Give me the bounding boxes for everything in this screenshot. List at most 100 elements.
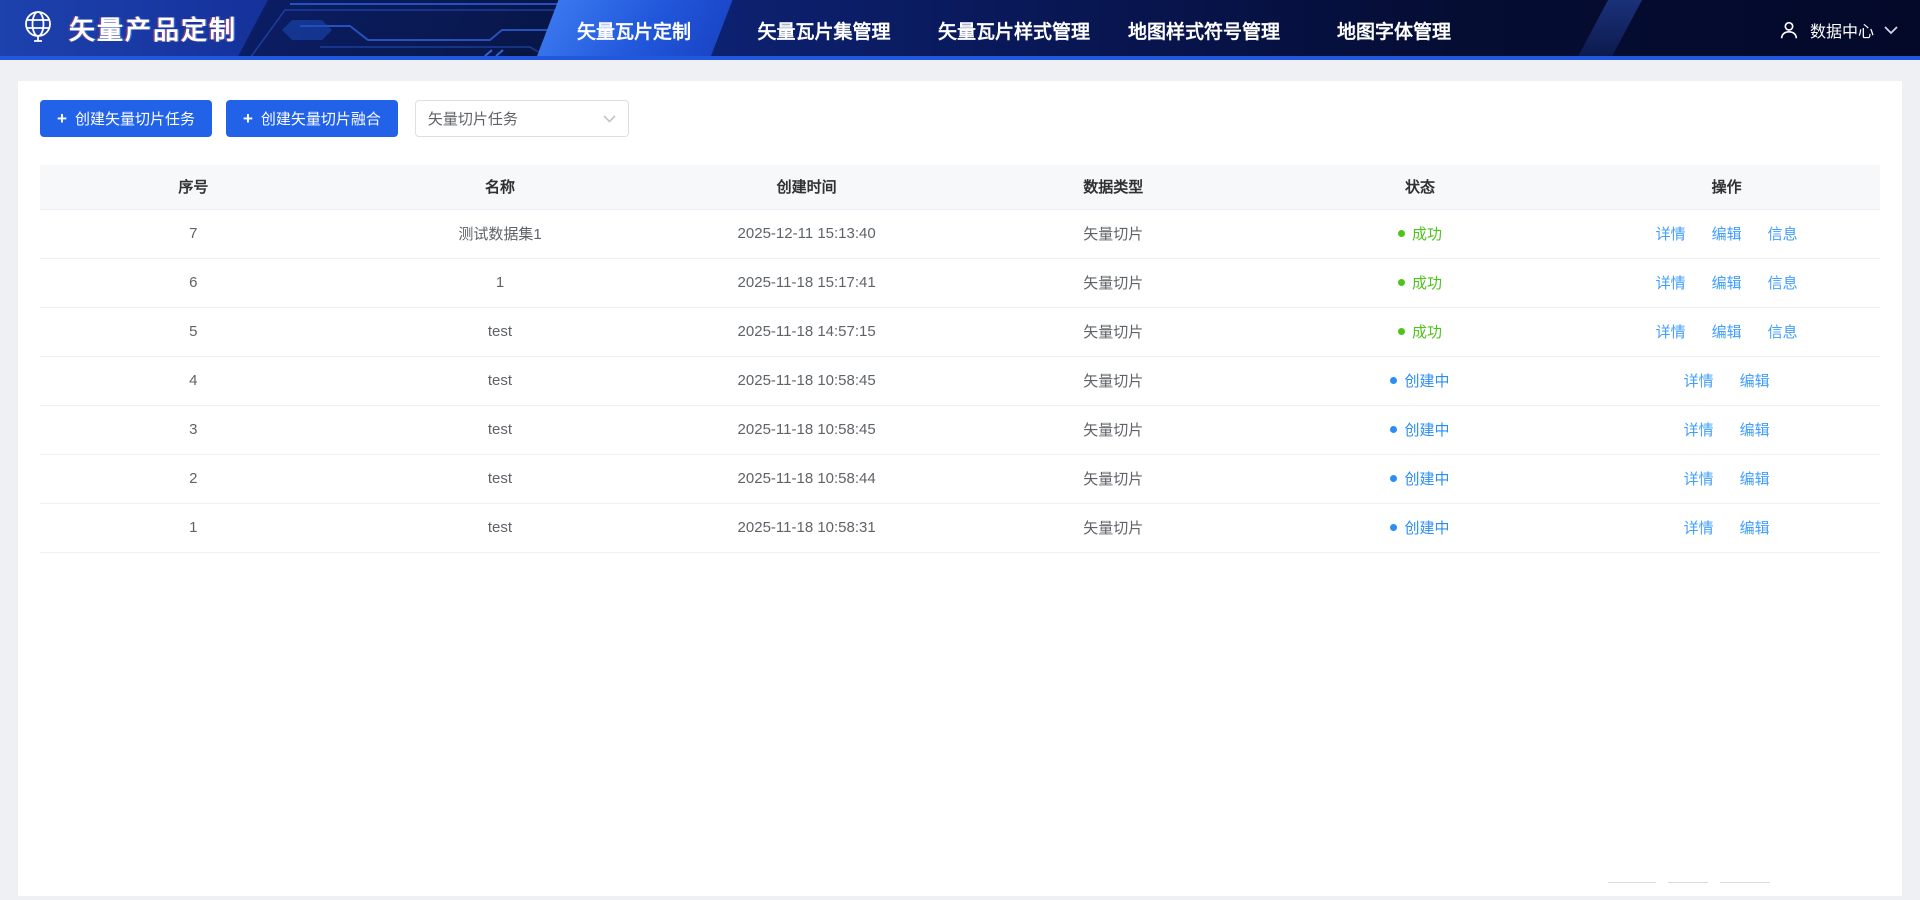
cell-actions: 详情 编辑 信息 — [1573, 258, 1880, 307]
task-type-select-value: 矢量切片任务 — [428, 108, 518, 129]
column-header: 数据类型 — [960, 165, 1267, 209]
action-link[interactable]: 详情 — [1656, 275, 1686, 292]
table-row: 3 test 2025-11-18 10:58:45 矢量切片 创建中 详情 编辑 — [40, 405, 1880, 454]
table-row: 5 test 2025-11-18 14:57:15 矢量切片 成功 详情编辑信… — [40, 307, 1880, 356]
action-link[interactable]: 信息 — [1768, 324, 1798, 341]
task-table-wrap: 序号名称创建时间数据类型状态操作 7 测试数据集1 2025-12-11 15:… — [18, 137, 1902, 553]
cell-status: 成功 — [1267, 258, 1574, 307]
pagination-page-stub[interactable] — [1668, 882, 1708, 896]
status-dot-icon — [1398, 279, 1405, 286]
status-text: 成功 — [1412, 223, 1442, 244]
cell-status: 成功 — [1267, 307, 1574, 356]
pagination-next-stub[interactable] — [1720, 882, 1770, 896]
cell-created: 2025-11-18 15:17:41 — [653, 258, 960, 307]
column-header: 操作 — [1573, 165, 1880, 209]
nav-tab[interactable]: 矢量瓦片样式管理 — [919, 0, 1109, 60]
nav-tab-label: 地图字体管理 — [1337, 17, 1451, 44]
cell-name: 1 — [347, 258, 654, 307]
cell-status: 创建中 — [1267, 356, 1574, 405]
cell-name: test — [347, 405, 654, 454]
cell-seq: 2 — [40, 454, 347, 503]
cell-type: 矢量切片 — [960, 503, 1267, 552]
status-badge: 创建中 — [1390, 419, 1449, 440]
create-tile-task-button[interactable]: + 创建矢量切片任务 — [40, 100, 212, 137]
app-title: 矢量产品定制 — [69, 10, 237, 47]
cell-status: 成功 — [1267, 209, 1574, 258]
cell-status: 创建中 — [1267, 503, 1574, 552]
cell-seq: 3 — [40, 405, 347, 454]
create-tile-merge-button[interactable]: + 创建矢量切片融合 — [226, 100, 398, 137]
status-badge: 成功 — [1398, 321, 1442, 342]
cell-actions: 详情 编辑 — [1573, 454, 1880, 503]
status-dot-icon — [1390, 426, 1397, 433]
status-badge: 创建中 — [1390, 370, 1449, 391]
cell-actions: 详情 编辑 信息 — [1573, 209, 1880, 258]
header-slash-decoration — [1569, 0, 1646, 60]
task-type-select[interactable]: 矢量切片任务 — [415, 100, 629, 137]
cell-created: 2025-11-18 14:57:15 — [653, 307, 960, 356]
action-link[interactable]: 详情 — [1656, 226, 1686, 243]
action-link[interactable]: 详情 — [1684, 471, 1714, 488]
cell-name: test — [347, 454, 654, 503]
nav-tab[interactable]: 地图字体管理 — [1299, 0, 1489, 60]
table-body: 7 测试数据集1 2025-12-11 15:13:40 矢量切片 成功 详情编… — [40, 209, 1880, 552]
column-header: 名称 — [347, 165, 654, 209]
table-row: 6 1 2025-11-18 15:17:41 矢量切片 成功 详情 编辑 信息 — [40, 258, 1880, 307]
column-header: 状态 — [1267, 165, 1574, 209]
cell-seq: 1 — [40, 503, 347, 552]
user-menu[interactable]: 数据中心 — [1778, 0, 1898, 60]
table-row: 4 test 2025-11-18 10:58:45 矢量切片 创建中 详情编辑 — [40, 356, 1880, 405]
pagination-prev-stub[interactable] — [1608, 882, 1656, 896]
action-link[interactable]: 详情 — [1684, 373, 1714, 390]
cell-created: 2025-11-18 10:58:31 — [653, 503, 960, 552]
cell-type: 矢量切片 — [960, 258, 1267, 307]
content-card: + 创建矢量切片任务 + 创建矢量切片融合 矢量切片任务 序号名称创建时间数据类… — [18, 81, 1902, 896]
action-link[interactable]: 编辑 — [1740, 422, 1770, 439]
cell-actions: 详情 编辑 信息 — [1573, 307, 1880, 356]
cell-seq: 5 — [40, 307, 347, 356]
status-dot-icon — [1390, 475, 1397, 482]
cell-type: 矢量切片 — [960, 307, 1267, 356]
plus-icon: + — [243, 110, 253, 127]
status-text: 创建中 — [1404, 517, 1449, 538]
nav-tab-label: 矢量瓦片定制 — [577, 17, 691, 44]
status-badge: 创建中 — [1390, 468, 1449, 489]
status-dot-icon — [1398, 230, 1405, 237]
user-name: 数据中心 — [1810, 18, 1874, 42]
action-link[interactable]: 信息 — [1768, 275, 1798, 292]
status-text: 成功 — [1412, 321, 1442, 342]
action-link[interactable]: 信息 — [1768, 226, 1798, 243]
action-link[interactable]: 编辑 — [1740, 520, 1770, 537]
action-link[interactable]: 编辑 — [1712, 226, 1742, 243]
cell-created: 2025-11-18 10:58:45 — [653, 405, 960, 454]
chevron-down-icon — [1884, 26, 1898, 35]
action-link[interactable]: 编辑 — [1712, 275, 1742, 292]
nav-tab[interactable]: 矢量瓦片集管理 — [729, 0, 919, 60]
cell-seq: 7 — [40, 209, 347, 258]
cell-created: 2025-11-18 10:58:45 — [653, 356, 960, 405]
cell-seq: 6 — [40, 258, 347, 307]
cell-name: 测试数据集1 — [347, 209, 654, 258]
action-link[interactable]: 详情 — [1656, 324, 1686, 341]
cell-name: test — [347, 503, 654, 552]
action-link[interactable]: 编辑 — [1712, 324, 1742, 341]
status-badge: 成功 — [1398, 272, 1442, 293]
cell-type: 矢量切片 — [960, 405, 1267, 454]
table-row: 2 test 2025-11-18 10:58:44 矢量切片 创建中 详情编辑 — [40, 454, 1880, 503]
toolbar: + 创建矢量切片任务 + 创建矢量切片融合 矢量切片任务 — [18, 81, 1902, 137]
cell-actions: 详情 编辑 — [1573, 356, 1880, 405]
cell-created: 2025-11-18 10:58:44 — [653, 454, 960, 503]
status-dot-icon — [1390, 524, 1397, 531]
nav-tab[interactable]: 地图样式符号管理 — [1109, 0, 1299, 60]
status-dot-icon — [1390, 377, 1397, 384]
nav-tab-label: 地图样式符号管理 — [1128, 17, 1280, 44]
cell-type: 矢量切片 — [960, 209, 1267, 258]
nav-tab[interactable]: 矢量瓦片定制 — [539, 0, 729, 60]
cell-name: test — [347, 356, 654, 405]
action-link[interactable]: 编辑 — [1740, 373, 1770, 390]
action-link[interactable]: 编辑 — [1740, 471, 1770, 488]
status-text: 成功 — [1412, 272, 1442, 293]
action-link[interactable]: 详情 — [1684, 520, 1714, 537]
status-dot-icon — [1398, 328, 1405, 335]
action-link[interactable]: 详情 — [1684, 422, 1714, 439]
